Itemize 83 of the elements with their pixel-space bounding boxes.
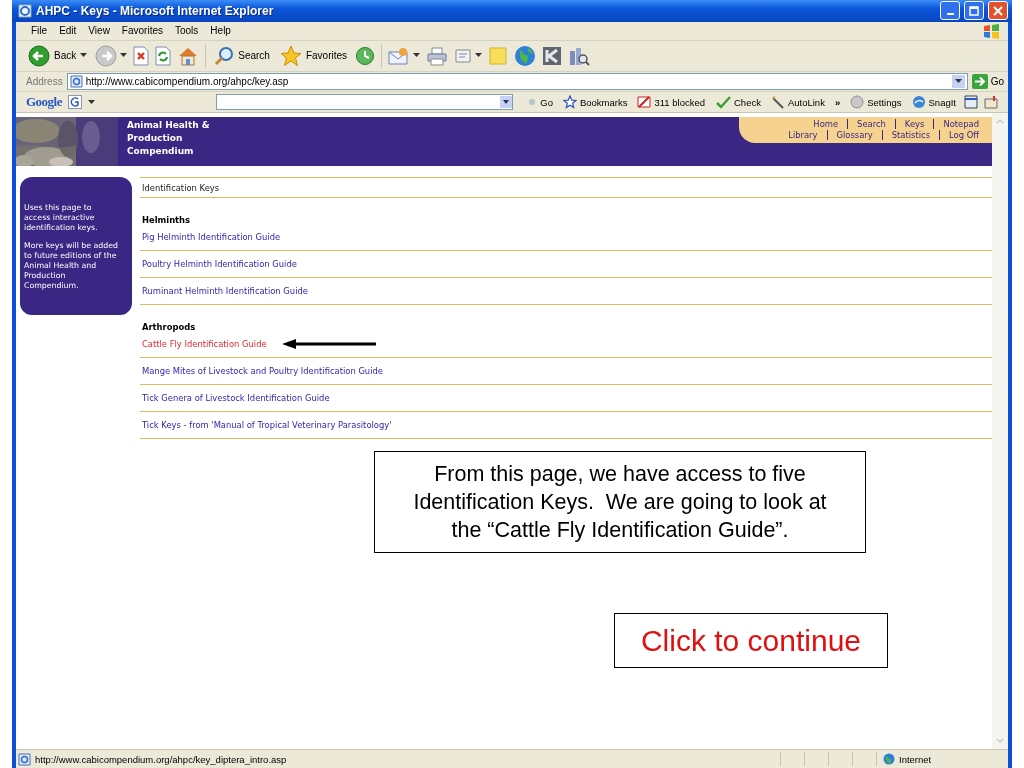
site-title: Compendium (127, 145, 195, 158)
stop-icon[interactable] (133, 45, 150, 66)
menu-item[interactable]: Edit (54, 24, 82, 38)
nav-link[interactable]: Statistics (881, 130, 939, 141)
snagit-button[interactable]: SnagIt (909, 95, 958, 110)
g-icon[interactable] (68, 95, 82, 110)
continue-button[interactable]: Click to continue (614, 613, 888, 669)
menu-item[interactable]: Help (205, 24, 236, 38)
close-icon (993, 5, 1003, 16)
nav-link[interactable]: Keys (894, 119, 934, 130)
settings-button[interactable]: Settings (848, 95, 904, 110)
star-icon (562, 95, 577, 110)
inbox-icon[interactable] (984, 95, 998, 110)
close-button[interactable] (988, 1, 1008, 21)
guide-link[interactable]: Tick Keys - from 'Manual of Tropical Veterinary Parasitology' (142, 420, 392, 431)
spellcheck-icon (715, 95, 731, 110)
zone-text: Internet (899, 753, 932, 765)
search-button[interactable]: Search (212, 43, 272, 68)
page-icon (18, 752, 31, 766)
page-icon (69, 74, 83, 88)
caret-icon[interactable] (120, 53, 128, 59)
go-button[interactable]: Go (525, 96, 555, 108)
star-icon (279, 44, 302, 67)
page-heading: Identification Keys (142, 182, 220, 193)
back-icon (28, 44, 50, 67)
guide-link[interactable]: Cattle Fly Identification Guide (142, 339, 267, 350)
go-button[interactable]: Go (971, 73, 1008, 89)
windows-flag-icon (982, 22, 1000, 39)
guide-link[interactable]: Poultry Helminth Identification Guide (142, 259, 297, 270)
nav-link[interactable]: Library (779, 130, 827, 141)
blocked-button[interactable]: 311 blocked (635, 95, 707, 110)
section-heading: Helminths (142, 215, 191, 226)
menu-item[interactable]: File (26, 24, 53, 38)
nav-link[interactable]: Search (847, 119, 895, 130)
nav-link[interactable]: Log Off (939, 130, 988, 141)
site-title: Production (127, 132, 184, 145)
callout-text: From this page, we have access to five Identification Keys. We are going to look at the “Cattle Fly Identification Guide”. (374, 451, 866, 554)
caret-icon[interactable] (80, 53, 88, 59)
autolink-button[interactable]: AutoLink (768, 95, 827, 110)
guide-link[interactable]: Pig Helminth Identification Guide (142, 232, 281, 243)
clock-icon[interactable] (355, 45, 376, 66)
menu-item[interactable]: Tools (170, 24, 204, 38)
favorites-button[interactable]: Favorites (277, 42, 350, 69)
settings-icon (850, 95, 865, 110)
search-icon (214, 45, 235, 66)
address-label: Address (26, 75, 63, 87)
guide-link[interactable]: Tick Genera of Livestock Identification Guide (142, 393, 330, 404)
printer-icon[interactable] (426, 45, 449, 66)
popup-blocker-icon (637, 95, 652, 110)
menu-item[interactable]: View (83, 24, 115, 38)
nav-link[interactable]: Home (804, 119, 848, 130)
section-heading: Arthropods (142, 322, 196, 333)
bookmarks-button[interactable]: Bookmarks (560, 95, 630, 110)
menu-item[interactable]: Favorites (116, 24, 168, 38)
maximize-button[interactable] (964, 1, 984, 21)
caret-icon[interactable] (413, 53, 421, 59)
address-field[interactable]: http://www.cabicompendium.org/ahpc/key.asp (66, 72, 968, 90)
wand-icon (770, 95, 785, 110)
tile-icon[interactable] (542, 45, 563, 66)
refresh-icon[interactable] (155, 45, 172, 66)
dropdown-icon[interactable] (954, 78, 962, 84)
back-button[interactable]: Back (26, 42, 90, 69)
window-title: AHPC - Keys - Microsoft Internet Explorer (36, 3, 275, 18)
dropdown-icon[interactable] (500, 96, 513, 109)
globe-icon[interactable] (514, 44, 537, 67)
status-text: http://www.cabicompendium.org/ahpc/key_diptera_intro.asp (35, 753, 287, 765)
caret-icon[interactable] (88, 99, 95, 105)
caret-icon[interactable] (475, 53, 483, 59)
minimize-button[interactable] (940, 1, 960, 21)
google-logo: Google (26, 94, 62, 111)
more-button[interactable]: » (832, 96, 843, 108)
maximize-icon (969, 5, 979, 16)
guide-link[interactable]: Ruminant Helminth Identification Guide (142, 286, 308, 297)
search-field[interactable] (216, 94, 514, 111)
guide-link[interactable]: Mange Mites of Livestock and Poultry Identification Guide (142, 366, 383, 377)
minimize-icon (946, 13, 954, 16)
go-arrow-icon (971, 73, 988, 89)
window-icon[interactable] (964, 95, 978, 110)
site-title: Animal Health & (127, 119, 210, 132)
globe-icon (883, 753, 895, 766)
check-button[interactable]: Check (713, 95, 763, 110)
nav-link[interactable]: Glossary (826, 130, 882, 141)
nav-link[interactable]: Notepad (933, 119, 988, 130)
